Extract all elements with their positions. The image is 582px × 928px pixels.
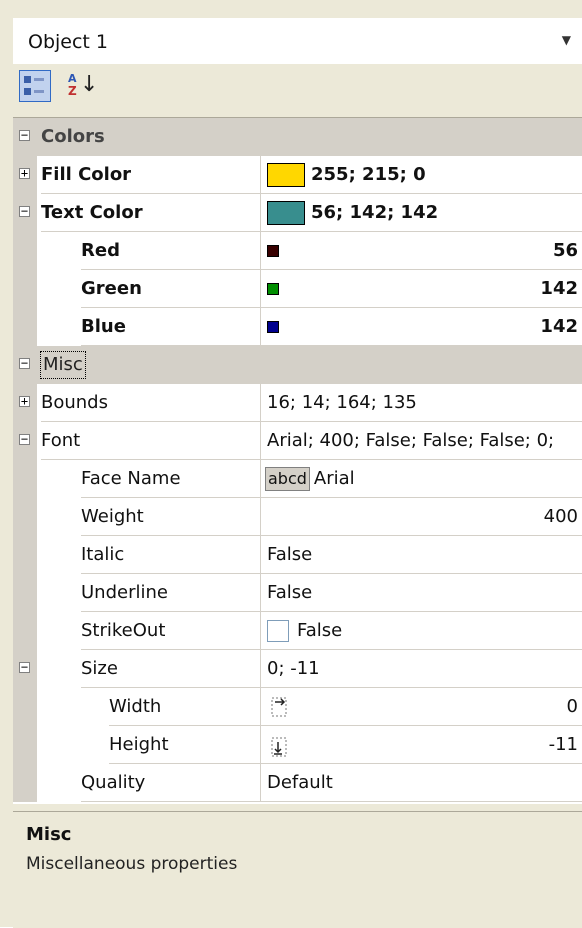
property-value[interactable]: 0; -11 bbox=[260, 650, 582, 688]
property-value[interactable]: Arial; 400; False; False; False; 0; bbox=[260, 422, 582, 460]
property-name: Width bbox=[109, 688, 260, 726]
object-selector[interactable]: Object 1 ▼ bbox=[13, 18, 582, 64]
property-row-bounds[interactable]: + Bounds 16; 14; 164; 135 bbox=[13, 384, 582, 422]
value-text: 56 bbox=[552, 240, 578, 261]
color-swatch bbox=[267, 201, 305, 225]
property-name: Italic bbox=[81, 536, 260, 574]
property-name: Fill Color bbox=[41, 156, 260, 194]
categorized-icon[interactable] bbox=[19, 70, 51, 102]
value-text: 142 bbox=[540, 278, 578, 299]
toolbar: A Z ↓ bbox=[13, 64, 582, 116]
property-name: Size bbox=[81, 650, 260, 688]
object-selector-value: Object 1 bbox=[28, 31, 109, 53]
property-row-quality[interactable]: Quality Default bbox=[13, 764, 582, 802]
property-value[interactable]: 0 bbox=[260, 688, 582, 726]
property-row-height[interactable]: Height -11 bbox=[13, 726, 582, 764]
property-name: StrikeOut bbox=[81, 612, 260, 650]
color-swatch bbox=[267, 321, 279, 333]
value-text: 56; 142; 142 bbox=[311, 202, 439, 223]
width-icon bbox=[271, 697, 287, 717]
property-name: Text Color bbox=[41, 194, 260, 232]
property-row-strikeout[interactable]: StrikeOut False bbox=[13, 612, 582, 650]
property-value[interactable]: Default bbox=[260, 764, 582, 802]
description-panel: Misc Miscellaneous properties bbox=[13, 811, 582, 928]
property-name: Height bbox=[109, 726, 260, 764]
property-row-underline[interactable]: Underline False bbox=[13, 574, 582, 612]
value-text: Arial bbox=[313, 468, 355, 489]
value-text: False bbox=[297, 620, 343, 641]
collapse-icon[interactable]: − bbox=[19, 661, 30, 673]
value-text: 142 bbox=[540, 316, 578, 337]
property-row-fill-color[interactable]: + Fill Color 255; 215; 0 bbox=[13, 156, 582, 194]
font-preview-icon: abcd bbox=[265, 467, 310, 491]
property-value[interactable]: False bbox=[260, 574, 582, 612]
value-text: -11 bbox=[548, 734, 578, 755]
category-label: Misc bbox=[40, 351, 86, 379]
property-row-size[interactable]: − Size 0; -11 bbox=[13, 650, 582, 688]
value-text: 0 bbox=[566, 696, 578, 717]
property-row-width[interactable]: Width 0 bbox=[13, 688, 582, 726]
collapse-icon[interactable]: − bbox=[19, 129, 30, 141]
property-name: Font bbox=[41, 422, 260, 460]
property-row-font[interactable]: − Font Arial; 400; False; False; False; … bbox=[13, 422, 582, 460]
property-name: Bounds bbox=[41, 384, 260, 422]
property-row-blue[interactable]: Blue 142 bbox=[13, 308, 582, 346]
property-row-italic[interactable]: Italic False bbox=[13, 536, 582, 574]
property-value[interactable]: False bbox=[260, 536, 582, 574]
property-row-face-name[interactable]: Face Name abcd Arial bbox=[13, 460, 582, 498]
property-grid: − Colors + Fill Color 255; 215; 0 − Text… bbox=[13, 117, 582, 804]
chevron-down-icon[interactable]: ▼ bbox=[562, 33, 571, 47]
checkbox-icon[interactable] bbox=[267, 620, 289, 642]
property-row-green[interactable]: Green 142 bbox=[13, 270, 582, 308]
property-value[interactable]: abcd Arial bbox=[260, 460, 582, 498]
description-title: Misc bbox=[26, 824, 72, 845]
property-value[interactable]: -11 bbox=[260, 726, 582, 764]
property-value[interactable]: 142 bbox=[260, 270, 582, 308]
property-name: Face Name bbox=[81, 460, 260, 498]
property-name: Green bbox=[81, 270, 260, 308]
property-value[interactable]: False bbox=[260, 612, 582, 650]
sort-alphabetical-icon[interactable]: A Z ↓ bbox=[61, 70, 98, 102]
collapse-icon[interactable]: − bbox=[19, 205, 30, 217]
collapse-icon[interactable]: − bbox=[19, 433, 30, 445]
category-misc[interactable]: − Misc bbox=[13, 346, 582, 384]
property-value[interactable]: 16; 14; 164; 135 bbox=[260, 384, 582, 422]
property-row-weight[interactable]: Weight 400 bbox=[13, 498, 582, 536]
height-icon bbox=[271, 737, 287, 757]
property-row-text-color[interactable]: − Text Color 56; 142; 142 bbox=[13, 194, 582, 232]
color-swatch bbox=[267, 283, 279, 295]
property-row-red[interactable]: Red 56 bbox=[13, 232, 582, 270]
property-value[interactable]: 56 bbox=[260, 232, 582, 270]
property-value[interactable]: 400 bbox=[260, 498, 582, 536]
property-value[interactable]: 255; 215; 0 bbox=[260, 156, 582, 194]
expand-icon[interactable]: + bbox=[19, 395, 30, 407]
property-name: Quality bbox=[81, 764, 260, 802]
category-colors[interactable]: − Colors bbox=[13, 118, 582, 156]
property-value[interactable]: 142 bbox=[260, 308, 582, 346]
property-grid-window: Object 1 ▼ A Z ↓ − Colors + Fill Color 255… bbox=[0, 0, 582, 928]
description-text: Miscellaneous properties bbox=[26, 854, 238, 874]
expand-icon[interactable]: + bbox=[19, 167, 30, 179]
collapse-icon[interactable]: − bbox=[19, 357, 30, 369]
property-name: Blue bbox=[81, 308, 260, 346]
property-value[interactable]: 56; 142; 142 bbox=[260, 194, 582, 232]
property-name: Red bbox=[81, 232, 260, 270]
category-label: Colors bbox=[41, 126, 105, 147]
color-swatch bbox=[267, 163, 305, 187]
color-swatch bbox=[267, 245, 279, 257]
property-name: Underline bbox=[81, 574, 260, 612]
value-text: 255; 215; 0 bbox=[311, 164, 426, 185]
property-name: Weight bbox=[81, 498, 260, 536]
